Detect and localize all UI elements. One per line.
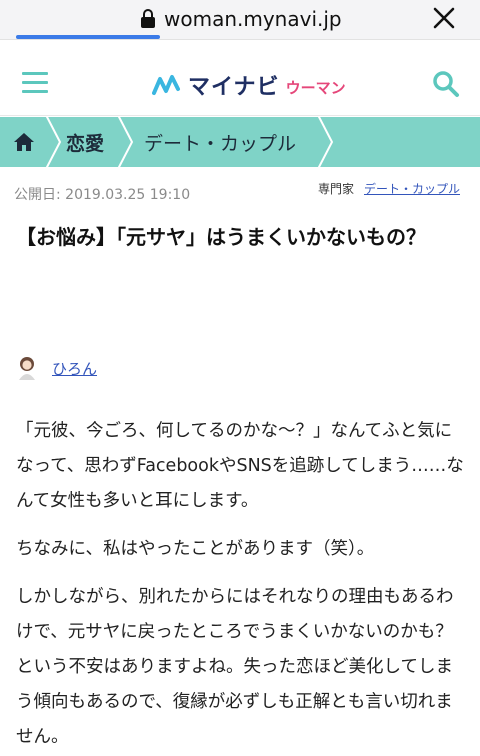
divider: [0, 39, 480, 40]
expert-info: 専門家 デート・カップル: [318, 180, 460, 197]
author-byline: ひろん: [16, 356, 97, 380]
breadcrumb-item-love[interactable]: 恋愛: [66, 117, 104, 167]
author-name-link[interactable]: ひろん: [52, 358, 97, 379]
article-paragraph: 「元彼、今ごろ、何してるのかな～？」なんてふと気になって、思わずFacebook…: [16, 421, 464, 511]
logo-mark-icon: [152, 75, 180, 95]
expert-category-link[interactable]: デート・カップル: [364, 180, 460, 197]
url-text: woman.mynavi.jp: [164, 7, 342, 31]
article-body: 「元彼、今ごろ、何してるのかな～？」なんてふと気になって、思わずFacebook…: [16, 414, 471, 756]
breadcrumb-separator-icon: [45, 117, 62, 167]
site-header: マイナビ ウーマン: [0, 52, 480, 116]
home-icon: [14, 133, 34, 151]
search-icon[interactable]: [432, 70, 460, 98]
breadcrumb-home[interactable]: [0, 117, 48, 167]
published-date: 公開日: 2019.03.25 19:10: [14, 187, 191, 203]
breadcrumb-item-date-couple[interactable]: デート・カップル: [144, 117, 296, 167]
lock-icon: [141, 9, 155, 28]
article-title: 【お悩み】「元サヤ」はうまくいかないもの？: [16, 225, 426, 249]
url-display[interactable]: woman.mynavi.jp: [140, 6, 342, 32]
breadcrumb-separator-icon: [317, 117, 334, 167]
browser-url-bar[interactable]: woman.mynavi.jp: [0, 0, 480, 40]
site-logo[interactable]: マイナビ ウーマン: [152, 70, 346, 100]
logo-sub-text: ウーマン: [285, 78, 346, 97]
breadcrumb: 恋愛 デート・カップル: [0, 117, 480, 167]
article-paragraph: しかしながら、別れたからにはそれなりの理由もあるわけで、元サヤに戻ったところでう…: [16, 587, 471, 747]
breadcrumb-separator-icon: [117, 117, 134, 167]
expert-label: 専門家: [317, 182, 354, 196]
close-icon[interactable]: [432, 6, 456, 30]
author-avatar[interactable]: [16, 356, 38, 380]
hamburger-menu-icon[interactable]: [22, 72, 48, 94]
article-paragraph: ちなみに、私はやったことがあります（笑）。: [16, 539, 375, 559]
logo-main-text: マイナビ: [188, 75, 280, 100]
